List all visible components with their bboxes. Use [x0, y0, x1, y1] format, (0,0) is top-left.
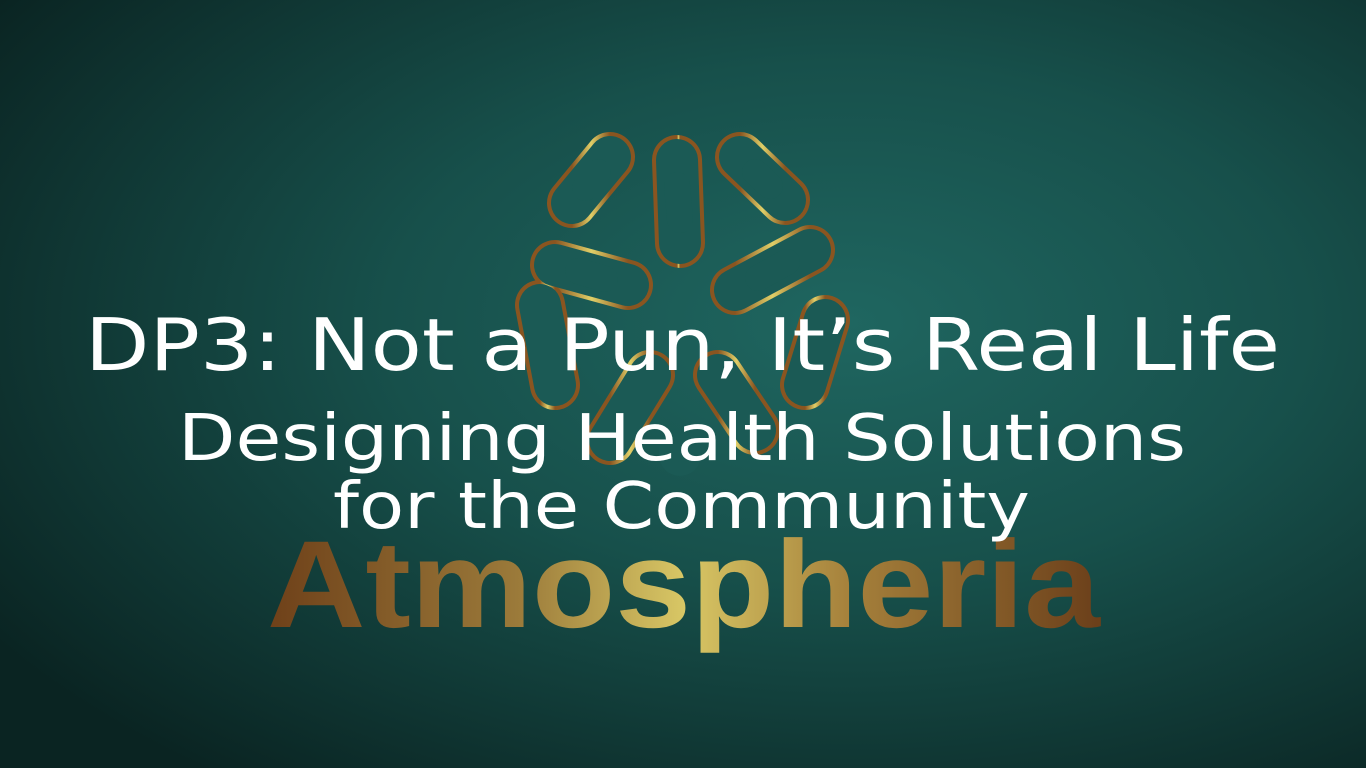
slide-subtitle-line-1: Designing Health Solutions: [178, 402, 1186, 476]
slide-canvas: Atmospheria DP3: Not a Pun, It’s Real Li…: [85, 132, 1280, 654]
slide-title: DP3: Not a Pun, It’s Real Life: [85, 303, 1280, 387]
slide-subtitle-line-2: for the Community: [333, 470, 1030, 544]
slide: Atmospheria DP3: Not a Pun, It’s Real Li…: [0, 0, 1366, 768]
